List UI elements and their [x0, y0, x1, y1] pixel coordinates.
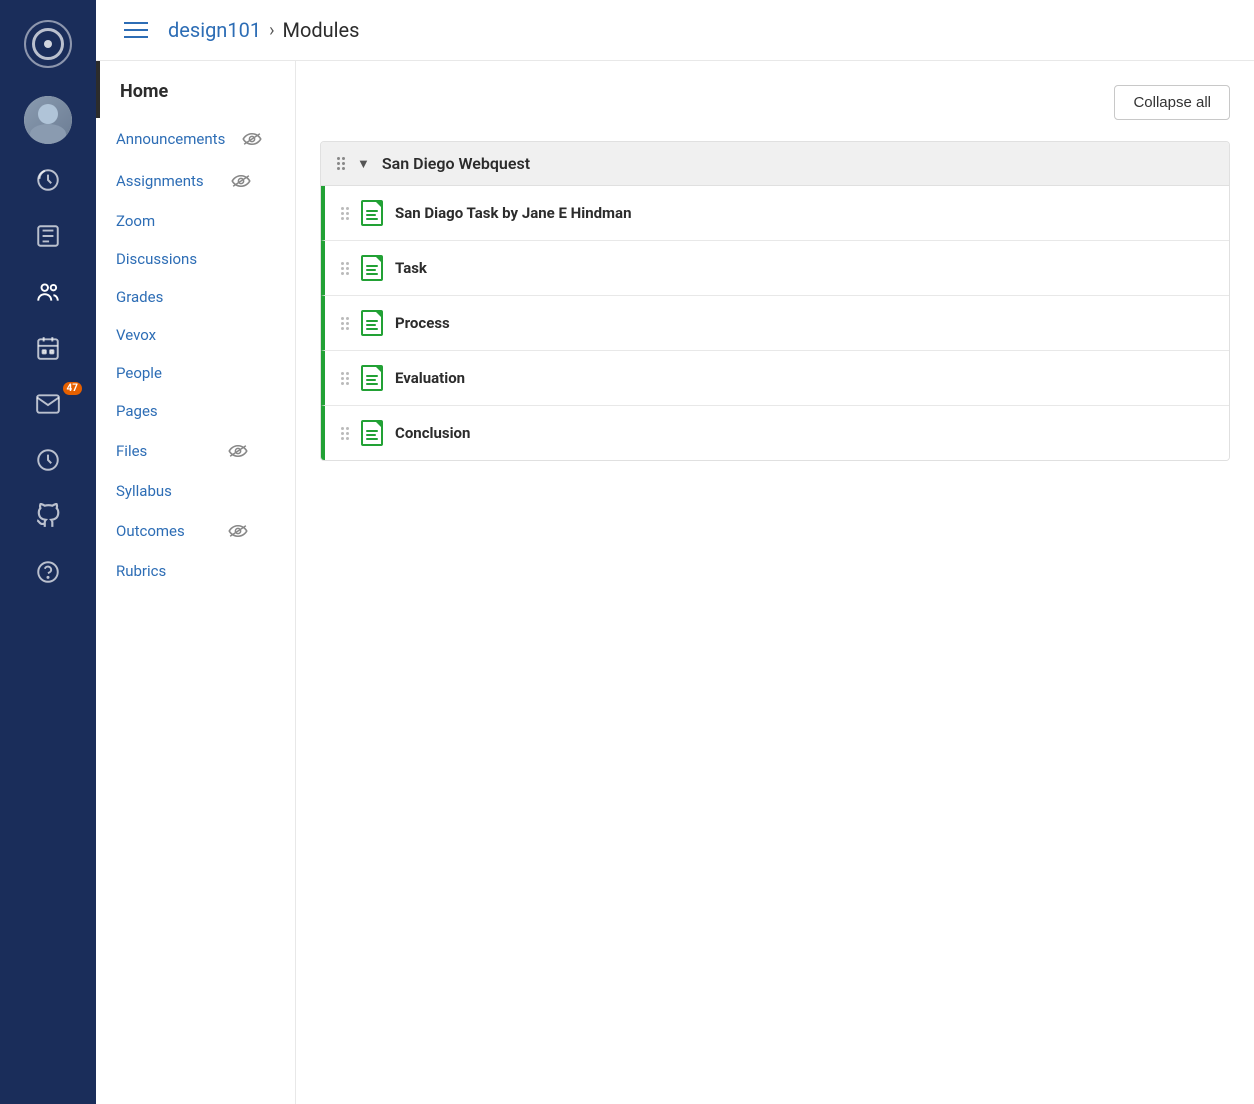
- module-item: Process: [321, 296, 1229, 351]
- sidebar-item-outcomes[interactable]: Outcomes: [96, 510, 295, 552]
- sidebar-item-grades[interactable]: Grades: [96, 278, 295, 316]
- sidebar-item-vevox[interactable]: Vevox: [96, 316, 295, 354]
- sidebar-item-dashboard[interactable]: [0, 152, 96, 208]
- sidebar-item-zoom[interactable]: Zoom: [96, 202, 295, 240]
- module-collapse-button[interactable]: ▼: [353, 156, 374, 171]
- sidebar-item-announcements[interactable]: Announcements: [96, 118, 295, 160]
- page-icon: [361, 420, 383, 446]
- sidebar-item-courses[interactable]: [0, 208, 96, 264]
- module-item-title[interactable]: San Diago Task by Jane E Hindman: [395, 204, 1213, 222]
- collapse-all-button[interactable]: Collapse all: [1114, 85, 1230, 120]
- nav-label-people: People: [116, 364, 279, 382]
- sidebar-item-assignments[interactable]: Assignments: [96, 160, 295, 202]
- breadcrumb: design101 › Modules: [168, 18, 359, 42]
- breadcrumb-separator: ›: [269, 20, 274, 41]
- sidebar-item-files[interactable]: Files: [96, 430, 295, 472]
- sidebar-item-rubrics[interactable]: Rubrics: [96, 552, 295, 590]
- module-drag-handle[interactable]: [337, 157, 345, 170]
- page-icon: [361, 255, 383, 281]
- global-sidebar: 47: [0, 0, 96, 1104]
- sidebar-item-calendar[interactable]: [0, 320, 96, 376]
- sidebar-item-history[interactable]: [0, 432, 96, 488]
- nav-label-rubrics: Rubrics: [116, 562, 279, 580]
- sidebar-item-inbox[interactable]: 47: [0, 376, 96, 432]
- eye-icon-announcements[interactable]: [225, 128, 279, 150]
- module-item-title[interactable]: Evaluation: [395, 369, 1213, 387]
- nav-label-zoom: Zoom: [116, 212, 279, 230]
- module-item-title[interactable]: Conclusion: [395, 424, 1213, 442]
- module-item: Conclusion: [321, 406, 1229, 460]
- sidebar-item-help[interactable]: [0, 544, 96, 600]
- content-area: Collapse all ▼ San Diego Webquest: [296, 61, 1254, 1104]
- inbox-badge: 47: [63, 382, 82, 395]
- nav-label-syllabus: Syllabus: [116, 482, 279, 500]
- sidebar-item-discussions[interactable]: Discussions: [96, 240, 295, 278]
- sidebar-item-redirect[interactable]: [0, 488, 96, 544]
- item-drag-handle[interactable]: [341, 427, 349, 440]
- top-header: design101 › Modules: [96, 0, 1254, 61]
- nav-label-discussions: Discussions: [116, 250, 279, 268]
- sidebar-item-people[interactable]: [0, 264, 96, 320]
- sidebar-item-people-nav[interactable]: People: [96, 354, 295, 392]
- nav-label-files: Files: [116, 442, 198, 460]
- item-drag-handle[interactable]: [341, 262, 349, 275]
- module-item-title[interactable]: Process: [395, 314, 1213, 332]
- course-nav: Home Announcements Assignments: [96, 61, 296, 1104]
- item-drag-handle[interactable]: [341, 317, 349, 330]
- avatar[interactable]: [24, 96, 72, 144]
- module-item: Task: [321, 241, 1229, 296]
- hamburger-menu[interactable]: [120, 18, 152, 42]
- sidebar-item-pages[interactable]: Pages: [96, 392, 295, 430]
- page-icon: [361, 365, 383, 391]
- module-item: San Diago Task by Jane E Hindman: [321, 186, 1229, 241]
- nav-label-announcements: Announcements: [116, 130, 225, 148]
- nav-label-grades: Grades: [116, 288, 279, 306]
- page-icon: [361, 200, 383, 226]
- eye-icon-outcomes[interactable]: [198, 520, 280, 542]
- breadcrumb-current: Modules: [282, 18, 359, 42]
- sidebar-item-syllabus[interactable]: Syllabus: [96, 472, 295, 510]
- item-drag-handle[interactable]: [341, 207, 349, 220]
- nav-label-assignments: Assignments: [116, 172, 204, 190]
- breadcrumb-course[interactable]: design101: [168, 18, 261, 42]
- module-item-title[interactable]: Task: [395, 259, 1213, 277]
- main-content: design101 › Modules Home Announcements: [96, 0, 1254, 1104]
- eye-icon-files[interactable]: [198, 440, 280, 462]
- nav-label-pages: Pages: [116, 402, 279, 420]
- course-nav-header: Home: [96, 61, 295, 118]
- item-drag-handle[interactable]: [341, 372, 349, 385]
- nav-label-vevox: Vevox: [116, 326, 279, 344]
- app-logo[interactable]: [20, 16, 76, 72]
- page-icon: [361, 310, 383, 336]
- eye-icon-assignments[interactable]: [204, 170, 279, 192]
- module-item: Evaluation: [321, 351, 1229, 406]
- module-container: ▼ San Diego Webquest: [320, 141, 1230, 461]
- module-header: ▼ San Diego Webquest: [321, 142, 1229, 186]
- nav-label-outcomes: Outcomes: [116, 522, 198, 540]
- module-title: San Diego Webquest: [382, 154, 530, 173]
